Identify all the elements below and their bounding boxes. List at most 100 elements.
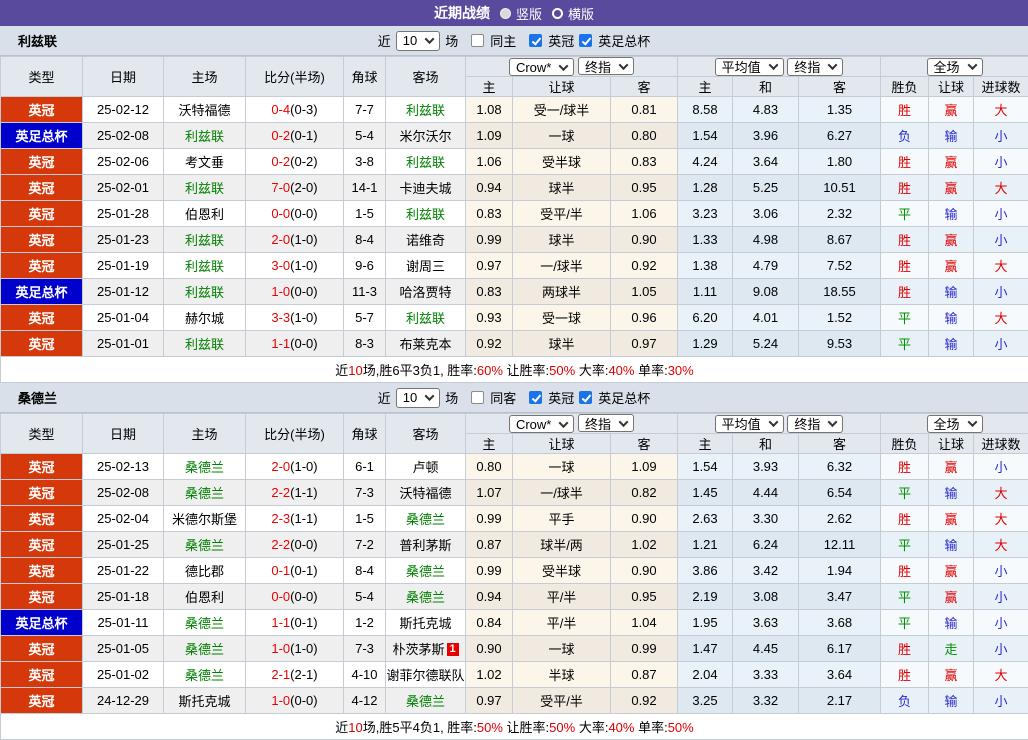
team-name[interactable]: 桑德兰 bbox=[185, 668, 224, 683]
league-badge[interactable]: 英足总杯 bbox=[1, 279, 83, 305]
avg-away: 2.32 bbox=[799, 201, 881, 227]
league-badge[interactable]: 英冠 bbox=[1, 454, 83, 480]
league2-checkbox[interactable] bbox=[579, 34, 592, 47]
col-corner: 角球 bbox=[344, 57, 386, 97]
radio-selected-icon[interactable] bbox=[500, 8, 511, 19]
team-name[interactable]: 桑德兰 bbox=[406, 694, 445, 709]
team-name[interactable]: 利兹联 bbox=[406, 207, 445, 222]
team-name[interactable]: 布莱克本 bbox=[399, 337, 451, 352]
league-badge[interactable]: 英冠 bbox=[1, 558, 83, 584]
league-badge[interactable]: 英冠 bbox=[1, 227, 83, 253]
team-name[interactable]: 利兹联 bbox=[185, 259, 224, 274]
fulltime-select[interactable]: 全场 bbox=[927, 58, 983, 76]
team-section-header-leeds: 利兹联 近 10 场 同主 英冠 英足总杯 bbox=[0, 26, 1028, 56]
team-name[interactable]: 沃特福德 bbox=[399, 486, 451, 501]
team-name[interactable]: 谢菲尔德联队 bbox=[386, 668, 464, 683]
league-badge[interactable]: 英足总杯 bbox=[1, 123, 83, 149]
team-name[interactable]: 利兹联 bbox=[406, 103, 445, 118]
team-name[interactable]: 诺维奇 bbox=[406, 233, 445, 248]
layout-radio-horizontal[interactable]: 横版 bbox=[552, 4, 594, 23]
team-name[interactable]: 斯托克城 bbox=[399, 616, 451, 631]
bookmaker-select[interactable]: Crow* bbox=[509, 415, 574, 433]
league-badge[interactable]: 英冠 bbox=[1, 506, 83, 532]
team-name[interactable]: 米德尔斯堡 bbox=[172, 512, 237, 527]
team-name[interactable]: 考文垂 bbox=[185, 155, 224, 170]
league-badge[interactable]: 英冠 bbox=[1, 149, 83, 175]
team-name[interactable]: 利兹联 bbox=[185, 233, 224, 248]
team-name[interactable]: 德比郡 bbox=[185, 564, 224, 579]
team-name[interactable]: 哈洛贾特 bbox=[399, 285, 451, 300]
league-badge[interactable]: 英冠 bbox=[1, 253, 83, 279]
team-name[interactable]: 赫尔城 bbox=[185, 311, 224, 326]
team-name[interactable]: 卡迪夫城 bbox=[399, 181, 451, 196]
summary-row: 近10场,胜6平3负1, 胜率:60% 让胜率:50% 大率:40% 单率:30… bbox=[1, 357, 1028, 383]
average-select[interactable]: 平均值 bbox=[715, 58, 784, 76]
team-name[interactable]: 利兹联 bbox=[406, 155, 445, 170]
team-name[interactable]: 利兹联 bbox=[185, 285, 224, 300]
sub-col-odds-home: 主 bbox=[466, 77, 513, 97]
team-name[interactable]: 利兹联 bbox=[185, 337, 224, 352]
league-badge[interactable]: 英冠 bbox=[1, 662, 83, 688]
odds-away: 0.87 bbox=[611, 662, 678, 688]
recent-count-select[interactable]: 10 bbox=[396, 31, 440, 51]
radio-unselected-icon[interactable] bbox=[552, 8, 563, 19]
avg-draw: 9.08 bbox=[733, 279, 799, 305]
league-badge[interactable]: 英冠 bbox=[1, 532, 83, 558]
team-name[interactable]: 斯托克城 bbox=[178, 694, 230, 709]
team-name[interactable]: 卢顿 bbox=[412, 460, 438, 475]
league-badge[interactable]: 英冠 bbox=[1, 305, 83, 331]
team-name[interactable]: 桑德兰 bbox=[406, 590, 445, 605]
league-badge[interactable]: 英冠 bbox=[1, 175, 83, 201]
average-time-select[interactable]: 终指 bbox=[787, 415, 843, 433]
team-name[interactable]: 沃特福德 bbox=[178, 103, 230, 118]
bookmaker-select[interactable]: Crow* bbox=[509, 58, 574, 76]
odds-time-select[interactable]: 终指 bbox=[578, 414, 634, 432]
team-name[interactable]: 伯恩利 bbox=[185, 207, 224, 222]
team-name[interactable]: 谢周三 bbox=[406, 259, 445, 274]
avg-home: 1.29 bbox=[678, 331, 733, 357]
result-handicap: 输 bbox=[929, 688, 974, 714]
league-badge[interactable]: 英冠 bbox=[1, 480, 83, 506]
team-name[interactable]: 桑德兰 bbox=[185, 616, 224, 631]
match-date: 25-01-05 bbox=[83, 636, 164, 662]
team-name[interactable]: 桑德兰 bbox=[185, 538, 224, 553]
fulltime-select[interactable]: 全场 bbox=[927, 415, 983, 433]
team-name[interactable]: 桑德兰 bbox=[406, 564, 445, 579]
same-side-checkbox[interactable] bbox=[471, 34, 484, 47]
match-row: 英冠24-12-29斯托克城1-0(0-0)4-12桑德兰0.97受平/半0.9… bbox=[1, 688, 1028, 714]
same-side-checkbox[interactable] bbox=[471, 391, 484, 404]
corners-cell: 6-1 bbox=[344, 454, 386, 480]
league-badge[interactable]: 英足总杯 bbox=[1, 610, 83, 636]
team-name[interactable]: 桑德兰 bbox=[185, 642, 224, 657]
team-name[interactable]: 利兹联 bbox=[185, 129, 224, 144]
team-name[interactable]: 桑德兰 bbox=[185, 486, 224, 501]
odds-handicap: 受半球 bbox=[513, 149, 611, 175]
league-badge[interactable]: 英冠 bbox=[1, 636, 83, 662]
team-name[interactable]: 米尔沃尔 bbox=[399, 129, 451, 144]
team-name[interactable]: 桑德兰 bbox=[185, 460, 224, 475]
league-badge[interactable]: 英冠 bbox=[1, 584, 83, 610]
team-name[interactable]: 普利茅斯 bbox=[399, 538, 451, 553]
league-badge[interactable]: 英冠 bbox=[1, 331, 83, 357]
layout-radio-vertical[interactable]: 竖版 bbox=[500, 4, 542, 23]
league-badge[interactable]: 英冠 bbox=[1, 201, 83, 227]
team-name[interactable]: 利兹联 bbox=[406, 311, 445, 326]
odds-home: 1.07 bbox=[466, 480, 513, 506]
team-name[interactable]: 利兹联 bbox=[185, 181, 224, 196]
average-select[interactable]: 平均值 bbox=[715, 415, 784, 433]
league1-checkbox[interactable] bbox=[529, 34, 542, 47]
match-date: 25-02-08 bbox=[83, 123, 164, 149]
team-name[interactable]: 朴茨茅斯 bbox=[392, 642, 444, 657]
league1-checkbox[interactable] bbox=[529, 391, 542, 404]
col-score: 比分(半场) bbox=[246, 414, 344, 454]
recent-count-select[interactable]: 10 bbox=[396, 388, 440, 408]
odds-time-select[interactable]: 终指 bbox=[578, 57, 634, 75]
team-name[interactable]: 伯恩利 bbox=[185, 590, 224, 605]
league1-label: 英冠 bbox=[548, 31, 574, 50]
average-time-select[interactable]: 终指 bbox=[787, 58, 843, 76]
team-name[interactable]: 桑德兰 bbox=[406, 512, 445, 527]
league2-checkbox[interactable] bbox=[579, 391, 592, 404]
league-badge[interactable]: 英冠 bbox=[1, 97, 83, 123]
league-badge[interactable]: 英冠 bbox=[1, 688, 83, 714]
home-team-cell: 伯恩利 bbox=[164, 584, 246, 610]
